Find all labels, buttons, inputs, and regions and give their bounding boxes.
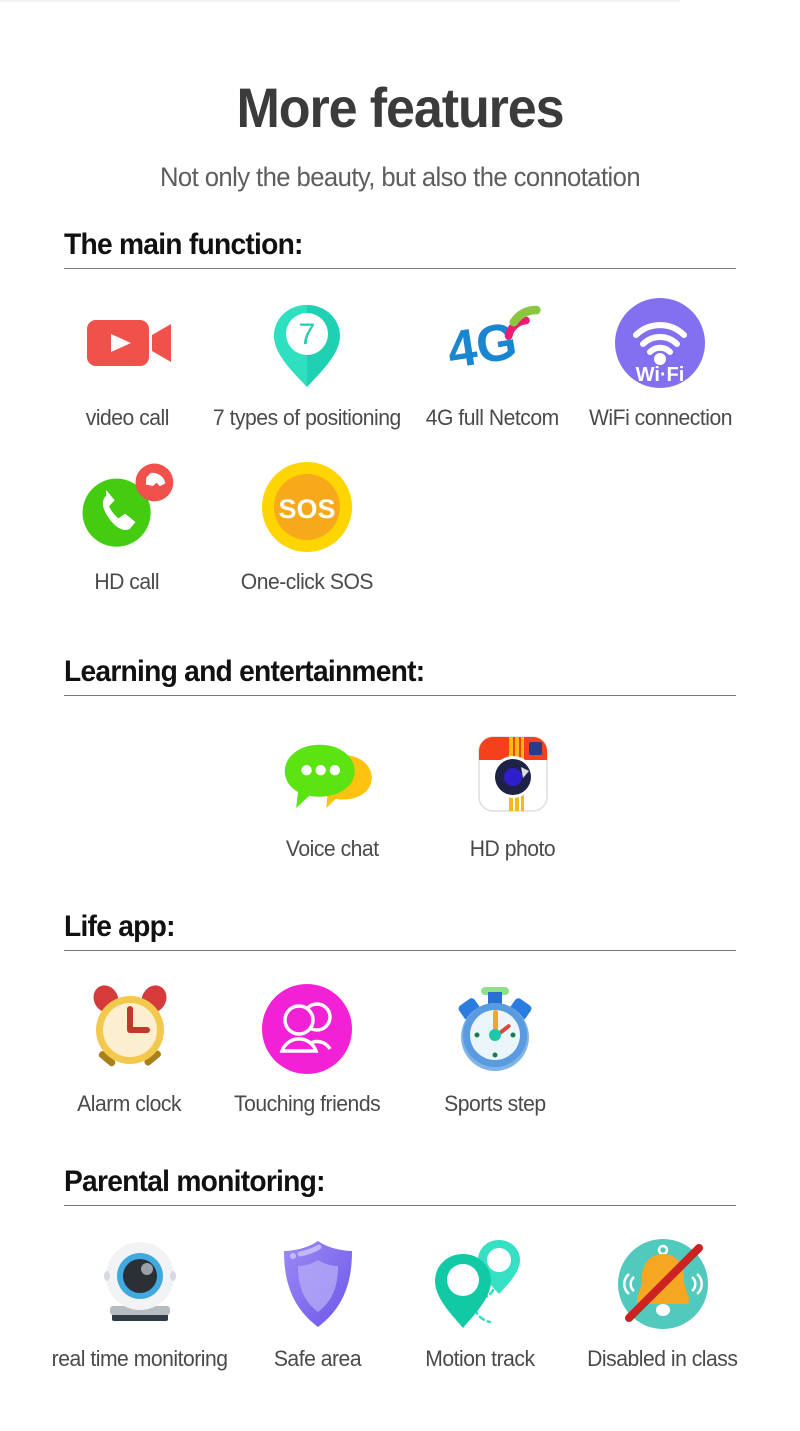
page-subtitle: Not only the beauty, but also the connot… xyxy=(159,162,641,192)
stopwatch-icon xyxy=(443,977,547,1081)
motion-track-pins-icon xyxy=(428,1232,532,1336)
video-camera-icon xyxy=(75,291,179,395)
feature-real-time-monitoring[interactable]: real time monitoring xyxy=(40,1232,240,1372)
section-heading-label: Life app: xyxy=(64,910,175,943)
webcam-icon xyxy=(88,1232,192,1336)
location-pin-7-icon: 7 xyxy=(255,291,359,395)
feature-label: WiFi connection xyxy=(588,405,733,430)
feature-sports-step[interactable]: Sports step xyxy=(407,977,582,1117)
feature-motion-track[interactable]: Motion track xyxy=(395,1232,565,1372)
feature-label: Motion track xyxy=(425,1346,535,1371)
section-heading-main-function: The main function: xyxy=(64,228,736,269)
feature-disabled-in-class[interactable]: Disabled in class xyxy=(565,1232,760,1372)
friends-icon xyxy=(255,977,359,1081)
feature-label: Touching friends xyxy=(233,1091,381,1116)
feature-label: HD photo xyxy=(469,836,556,861)
feature-label: Alarm clock xyxy=(77,1091,182,1116)
sos-icon: SOS xyxy=(255,455,359,559)
shield-icon xyxy=(266,1232,370,1336)
feature-label: Voice chat xyxy=(286,836,379,861)
section-learning-entertainment: Learning and entertainment: Voice chat H… xyxy=(0,655,800,862)
section-heading-learning: Learning and entertainment: xyxy=(64,655,736,696)
section-life-app: Life app: Alarm clock Touching friends S… xyxy=(0,910,800,1117)
feature-one-click-sos[interactable]: SOS One-click SOS xyxy=(202,455,412,595)
icon-row: Alarm clock Touching friends Sports step xyxy=(0,977,800,1117)
section-heading-label: Learning and entertainment: xyxy=(64,655,425,688)
page-title: More features xyxy=(236,76,564,139)
sos-label: SOS xyxy=(278,494,335,524)
icon-row: real time monitoring Safe area Motion tr… xyxy=(0,1232,800,1372)
section-heading-life-app: Life app: xyxy=(64,910,736,951)
feature-positioning[interactable]: 7 7 types of positioning xyxy=(202,291,412,431)
section-divider xyxy=(64,268,736,269)
feature-touching-friends[interactable]: Touching friends xyxy=(207,977,407,1117)
section-heading-label: The main function: xyxy=(64,228,303,261)
feature-video-call[interactable]: video call xyxy=(52,291,202,431)
section-main-function: The main function: video call 7 7 types … xyxy=(0,228,800,595)
icon-row: HD call SOS One-click SOS xyxy=(0,455,800,595)
icon-row: video call 7 7 types of positioning 4G 4… xyxy=(0,291,800,431)
section-divider xyxy=(64,950,736,951)
pin-badge-number: 7 xyxy=(299,318,316,351)
alarm-clock-icon xyxy=(78,977,182,1081)
feature-safe-area[interactable]: Safe area xyxy=(240,1232,395,1372)
feature-hd-call[interactable]: HD call xyxy=(52,455,202,595)
feature-4g-netcom[interactable]: 4G 4G full Netcom xyxy=(413,291,573,431)
section-heading-parental: Parental monitoring: xyxy=(64,1165,736,1206)
four-g-label: 4G xyxy=(443,312,521,380)
feature-alarm-clock[interactable]: Alarm clock xyxy=(52,977,207,1117)
section-divider xyxy=(64,695,736,696)
feature-label: Disabled in class xyxy=(587,1346,738,1371)
section-heading-label: Parental monitoring: xyxy=(64,1165,325,1198)
feature-label: real time monitoring xyxy=(52,1346,228,1371)
section-parental-monitoring: Parental monitoring: real time monitorin… xyxy=(0,1165,800,1372)
speech-bubble-icon xyxy=(281,722,385,826)
top-edge-artifact xyxy=(0,0,680,2)
feature-wifi-connection[interactable]: Wi·Fi WiFi connection xyxy=(573,291,748,431)
four-g-signal-icon: 4G xyxy=(441,291,545,395)
icon-row: Voice chat HD photo xyxy=(0,722,800,862)
phone-call-icon xyxy=(75,455,179,559)
wifi-label: Wi·Fi xyxy=(636,364,685,386)
feature-label: HD call xyxy=(94,569,160,594)
feature-label: video call xyxy=(85,405,169,430)
feature-voice-chat[interactable]: Voice chat xyxy=(240,722,425,862)
camera-app-icon xyxy=(461,722,565,826)
bell-disabled-icon xyxy=(611,1232,715,1336)
feature-label: One-click SOS xyxy=(240,569,374,594)
feature-label: 7 types of positioning xyxy=(213,405,402,430)
feature-hd-photo[interactable]: HD photo xyxy=(425,722,600,862)
feature-label: 4G full Netcom xyxy=(426,405,560,430)
feature-page: More features Not only the beauty, but a… xyxy=(0,0,800,1431)
wifi-icon: Wi·Fi xyxy=(608,291,712,395)
feature-label: Sports step xyxy=(443,1091,546,1116)
section-divider xyxy=(64,1205,736,1206)
feature-label: Safe area xyxy=(273,1346,362,1371)
